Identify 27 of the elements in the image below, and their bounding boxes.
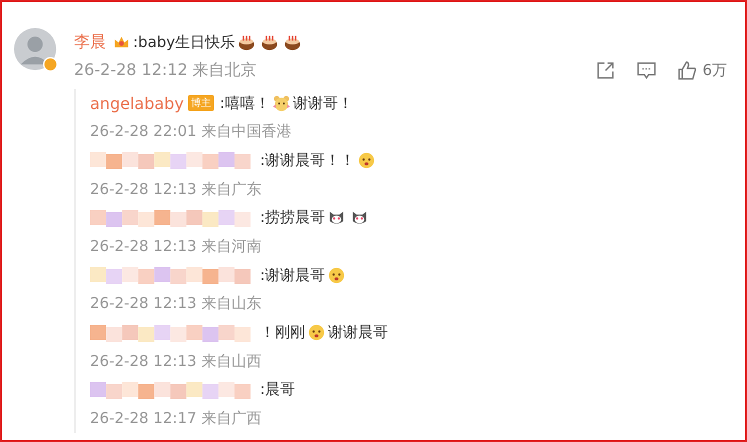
reply-time: 26-2-28 12:13 来自山东 bbox=[90, 294, 262, 314]
reply-time: 26-2-28 12:13 来自山西 bbox=[90, 352, 262, 371]
reply-text: :谢谢晨哥 bbox=[260, 266, 326, 285]
smiley-icon bbox=[357, 150, 376, 170]
reply-text: :谢谢晨哥！！ bbox=[260, 150, 356, 170]
share-icon[interactable] bbox=[595, 60, 616, 82]
reply-time: 26-2-28 22:01 来自中国香港 bbox=[90, 122, 292, 142]
reply-time: 26-2-28 12:17 来自广西 bbox=[90, 409, 262, 428]
comment-text: :baby生日快乐 bbox=[133, 32, 236, 52]
reply-text: :晨哥 bbox=[260, 380, 296, 400]
reply-username[interactable]: angelababy bbox=[90, 94, 184, 113]
reply-text: ！刚刚 bbox=[260, 323, 305, 342]
reply-time: 26-2-28 12:13 来自广东 bbox=[90, 180, 262, 199]
comment-time: 26-2-28 12:12 来自北京 bbox=[74, 60, 257, 82]
comment-icon[interactable] bbox=[636, 60, 658, 82]
reply-text: 谢谢晨哥 bbox=[328, 323, 388, 342]
reply-text: :嘻嘻！ bbox=[220, 94, 270, 113]
author-badge: 博主 bbox=[188, 95, 214, 112]
smiley-icon bbox=[327, 266, 346, 285]
reply-time: 26-2-28 12:13 来自河南 bbox=[90, 236, 262, 256]
bear-icon bbox=[272, 94, 291, 113]
like-button[interactable]: 6万 bbox=[677, 60, 727, 82]
thumbs-up-icon[interactable] bbox=[677, 60, 698, 82]
reply-text: 谢谢哥！ bbox=[292, 94, 353, 113]
reply-text: :捞捞晨哥 bbox=[260, 208, 326, 228]
username[interactable]: 李晨 bbox=[74, 32, 106, 53]
smiley-icon bbox=[307, 323, 326, 342]
